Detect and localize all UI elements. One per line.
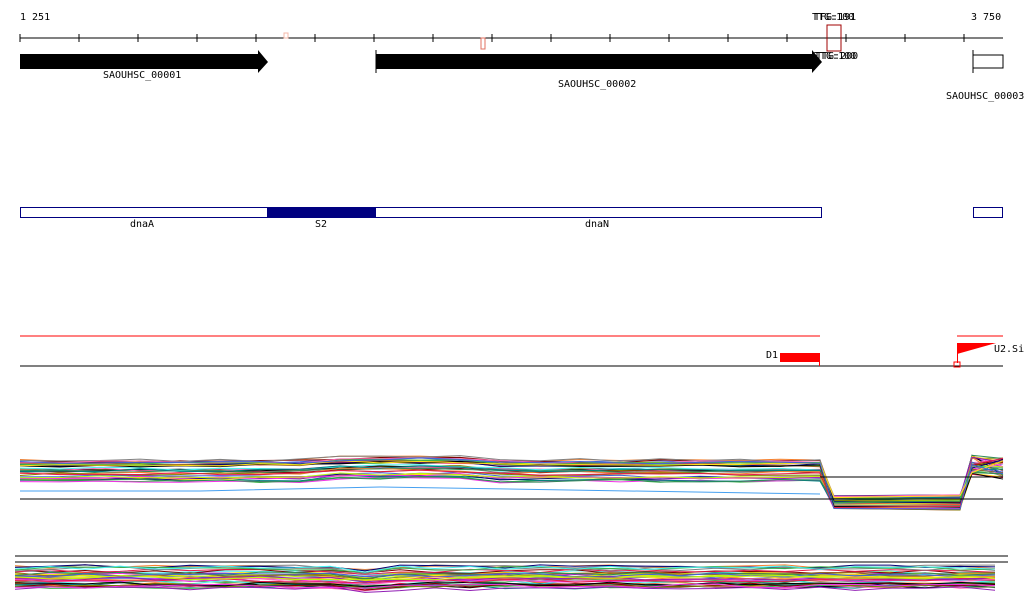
feature-label-u2: U2.Si [994, 344, 1024, 355]
gene-box-3[interactable] [972, 54, 1004, 69]
expression-line [20, 486, 821, 495]
gene-label[interactable]: SAOUHSC_00003 [946, 91, 1024, 102]
region-label: dnaA [130, 219, 155, 230]
gene-label[interactable]: SAOUHSC_00002 [558, 79, 636, 90]
region-bar[interactable] [20, 207, 822, 218]
gene-arrow-2[interactable] [376, 50, 822, 73]
region-s2[interactable] [267, 207, 376, 218]
marker-label-top-2: TFG:191 [814, 12, 857, 23]
marker-1[interactable] [283, 32, 289, 39]
genome-browser-canvas [14, 24, 1008, 593]
region-label: S2 [315, 219, 328, 230]
feature-u2[interactable] [957, 343, 996, 354]
marker-label-bottom-2: TTG:200 [816, 51, 859, 62]
region-bar-end[interactable] [973, 207, 1003, 218]
feature-label-d1: D1 [766, 350, 779, 361]
gene-label[interactable]: SAOUHSC_00001 [103, 70, 181, 81]
ruler-end-label: 3 750 [971, 12, 1002, 23]
region-label: dnaN [585, 219, 610, 230]
ruler-start-label: 1 251 [20, 12, 51, 23]
expression-track-1 [19, 454, 1004, 511]
feature-d1[interactable] [780, 353, 820, 362]
expression-track-2 [14, 564, 996, 593]
marker-2[interactable] [480, 37, 486, 50]
